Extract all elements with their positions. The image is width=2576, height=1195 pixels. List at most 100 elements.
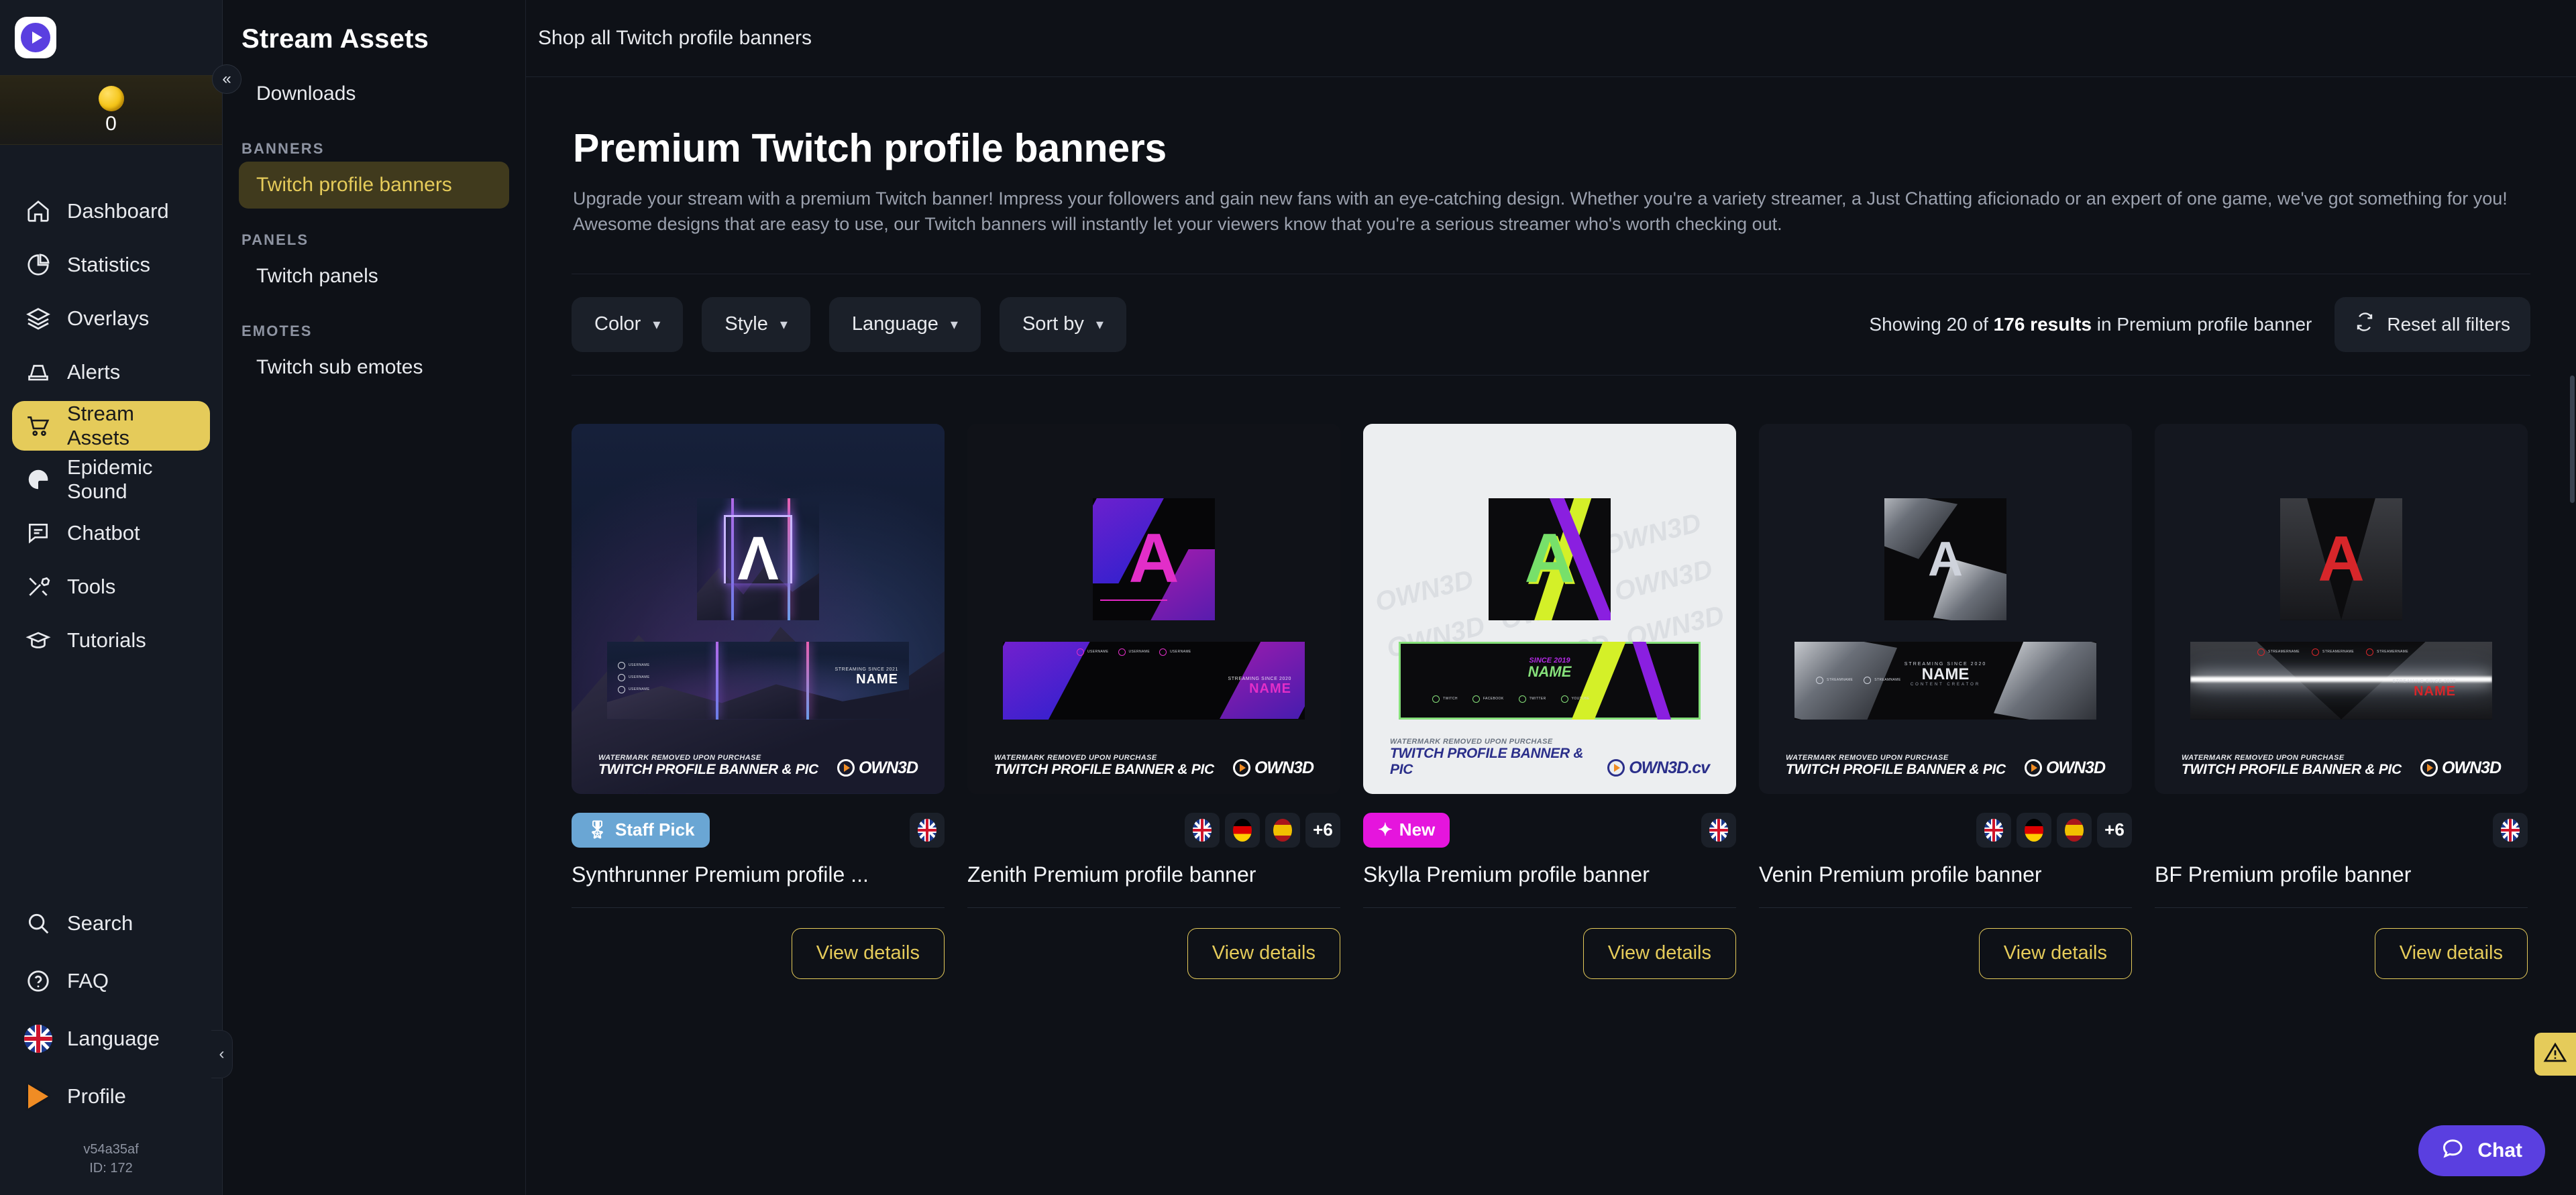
sidebar-item-tutorials[interactable]: Tutorials bbox=[12, 616, 210, 665]
sidebar-item-tools[interactable]: Tools bbox=[12, 562, 210, 612]
page-description: Upgrade your stream with a premium Twitc… bbox=[573, 188, 2508, 235]
collapse-sidebar-button[interactable]: ‹ bbox=[211, 1030, 233, 1078]
uk-flag-icon bbox=[24, 1025, 52, 1053]
product-thumbnail[interactable]: OWN3DOWN3DOWN3D OWN3DOWN3DOWN3D OWN3DOWN… bbox=[1363, 423, 1736, 794]
de-flag-icon bbox=[2017, 812, 2051, 848]
results-suffix: in Premium profile banner bbox=[2092, 313, 2312, 335]
reset-all-filters-button[interactable]: Reset all filters bbox=[2334, 296, 2530, 352]
sparkle-icon: ✦ bbox=[1378, 819, 1393, 840]
filter-bar-right: Showing 20 of 176 results in Premium pro… bbox=[1869, 296, 2530, 352]
product-thumbnail[interactable]: A STREAMERNAME STREAMERNAME STREAMERNAME… bbox=[2155, 423, 2528, 794]
product-title[interactable]: Skylla Premium profile banner bbox=[1363, 862, 1736, 887]
chat-widget-button[interactable]: Chat bbox=[2418, 1125, 2545, 1176]
card-badges-row: 🎖 Staff Pick bbox=[572, 810, 945, 850]
view-details-button[interactable]: View details bbox=[1978, 927, 2132, 979]
sidebar-item-faq[interactable]: FAQ bbox=[12, 956, 210, 1006]
subnav-item-twitch-panels[interactable]: Twitch panels bbox=[239, 253, 509, 300]
product-card[interactable]: A STREAMING SINCE 2020 NAME CONTENT CREA… bbox=[1759, 423, 2132, 979]
refresh-icon bbox=[2355, 312, 2375, 337]
collapse-secondary-sidebar-button[interactable]: « bbox=[212, 64, 241, 94]
coin-balance[interactable]: 0 bbox=[0, 75, 222, 145]
more-flags-count[interactable]: +6 bbox=[2097, 812, 2132, 848]
chevron-down-icon: ▾ bbox=[1095, 315, 1104, 333]
product-thumbnail[interactable]: A STREAMING SINCE 2020 NAME CONTENT CREA… bbox=[1759, 423, 2132, 794]
subnav-group-panels: PANELS bbox=[241, 231, 309, 248]
brand-text: OWN3D.cv bbox=[1629, 758, 1710, 777]
medal-icon: 🎖 bbox=[586, 819, 609, 840]
product-thumbnail[interactable]: A USERNAME USERNAME USERNAME STREAMING S… bbox=[967, 423, 1340, 794]
sidebar-item-statistics[interactable]: Statistics bbox=[12, 240, 210, 290]
filter-sort-by-dropdown[interactable]: Sort by ▾ bbox=[999, 296, 1126, 352]
view-details-button[interactable]: View details bbox=[1582, 927, 1736, 979]
sidebar-item-dashboard[interactable]: Dashboard bbox=[12, 186, 210, 236]
sidebar-item-profile[interactable]: Profile bbox=[12, 1072, 210, 1121]
card-actions: View details bbox=[572, 908, 945, 979]
badge-label: Staff Pick bbox=[615, 819, 695, 840]
own3d-brand-logo: OWN3D bbox=[2420, 758, 2502, 778]
product-title[interactable]: Venin Premium profile banner bbox=[1759, 862, 2132, 887]
filter-style-dropdown[interactable]: Style ▾ bbox=[702, 296, 810, 352]
product-card[interactable]: A USERNAME USERNAME USERNAME STREAMING S… bbox=[967, 423, 1340, 979]
product-card[interactable]: A STREAMERNAME STREAMERNAME STREAMERNAME… bbox=[2155, 423, 2528, 979]
warning-notice-button[interactable] bbox=[2534, 1033, 2576, 1076]
product-card[interactable]: Λ USERNAME USERNAME USERNAME STREAMING S… bbox=[572, 423, 945, 979]
app-logo[interactable] bbox=[0, 0, 222, 75]
chat-bubble-icon bbox=[25, 520, 51, 546]
view-details-button[interactable]: View details bbox=[791, 927, 945, 979]
hero-section: Premium Twitch profile banners Upgrade y… bbox=[526, 77, 2576, 237]
sidebar-item-alerts[interactable]: Alerts bbox=[12, 347, 210, 397]
results-summary: Showing 20 of 176 results in Premium pro… bbox=[1869, 314, 2312, 335]
sidebar-item-label: Alerts bbox=[67, 360, 121, 384]
sidebar-item-label: Profile bbox=[67, 1084, 126, 1108]
thumb-letter: A bbox=[2318, 522, 2365, 595]
cart-icon bbox=[25, 413, 51, 439]
profile-pic-preview: A bbox=[1489, 498, 1611, 620]
results-count: 176 results bbox=[1993, 313, 2092, 335]
subnav-item-downloads[interactable]: Downloads bbox=[239, 70, 509, 117]
filter-label: Sort by bbox=[1022, 313, 1084, 335]
own3d-brand-logo: OWN3D.cv bbox=[1607, 758, 1710, 778]
breadcrumb[interactable]: Shop all Twitch profile banners bbox=[538, 27, 812, 50]
filter-color-dropdown[interactable]: Color ▾ bbox=[572, 296, 684, 352]
profile-play-icon bbox=[25, 1084, 51, 1109]
watermark-note: WATERMARK REMOVED UPON PURCHASE bbox=[1390, 737, 1553, 746]
subnav-item-twitch-sub-emotes[interactable]: Twitch sub emotes bbox=[239, 344, 509, 391]
product-title[interactable]: BF Premium profile banner bbox=[2155, 862, 2528, 887]
product-title[interactable]: Synthrunner Premium profile ... bbox=[572, 862, 945, 887]
sidebar-item-language[interactable]: Language bbox=[12, 1014, 210, 1064]
view-details-button[interactable]: View details bbox=[1187, 927, 1340, 979]
card-badges-row: +6 bbox=[967, 810, 1340, 850]
sidebar-item-overlays[interactable]: Overlays bbox=[12, 294, 210, 343]
product-thumbnail[interactable]: Λ USERNAME USERNAME USERNAME STREAMING S… bbox=[572, 423, 945, 794]
sidebar-item-search[interactable]: Search bbox=[12, 899, 210, 948]
subnav-item-twitch-profile-banners[interactable]: Twitch profile banners bbox=[239, 162, 509, 209]
sidebar-item-epidemic-sound[interactable]: Epidemic Sound bbox=[12, 455, 210, 504]
sidebar-item-label: Epidemic Sound bbox=[67, 455, 153, 503]
chevron-down-icon: ▾ bbox=[653, 315, 661, 333]
product-title[interactable]: Zenith Premium profile banner bbox=[967, 862, 1340, 887]
banner-name-text: NAME bbox=[2414, 683, 2456, 699]
tools-icon bbox=[25, 574, 51, 600]
view-details-button[interactable]: View details bbox=[2374, 927, 2528, 979]
product-grid: Λ USERNAME USERNAME USERNAME STREAMING S… bbox=[526, 423, 2576, 979]
vertical-scrollbar[interactable] bbox=[2570, 376, 2575, 503]
watermark-title: TWITCH PROFILE BANNER & PIC bbox=[598, 761, 818, 777]
brand-text: OWN3D bbox=[1254, 758, 1314, 777]
sidebar-item-chatbot[interactable]: Chatbot bbox=[12, 508, 210, 558]
sidebar-item-stream-assets[interactable]: Stream Assets bbox=[12, 401, 210, 451]
filter-language-dropdown[interactable]: Language ▾ bbox=[828, 296, 981, 352]
coin-icon bbox=[98, 86, 124, 111]
product-card[interactable]: OWN3DOWN3DOWN3D OWN3DOWN3DOWN3D OWN3DOWN… bbox=[1363, 423, 1736, 979]
profile-pic-preview: Λ bbox=[697, 498, 819, 620]
watermark-title: TWITCH PROFILE BANNER & PIC bbox=[2182, 761, 2402, 777]
secondary-sidebar-title: Stream Assets bbox=[241, 24, 429, 54]
sidebar-item-label: Overlays bbox=[67, 306, 150, 330]
thumb-letter: Λ bbox=[737, 524, 779, 593]
own3d-play-logo-icon bbox=[15, 17, 56, 58]
thumb-letter: A bbox=[1128, 520, 1179, 598]
more-flags-count[interactable]: +6 bbox=[1305, 812, 1340, 848]
profile-pic-preview: A bbox=[1884, 498, 2006, 620]
subnav-group-emotes: EMOTES bbox=[241, 323, 313, 339]
chevron-down-icon: ▾ bbox=[950, 315, 958, 333]
language-flags: +6 bbox=[1185, 812, 1340, 848]
